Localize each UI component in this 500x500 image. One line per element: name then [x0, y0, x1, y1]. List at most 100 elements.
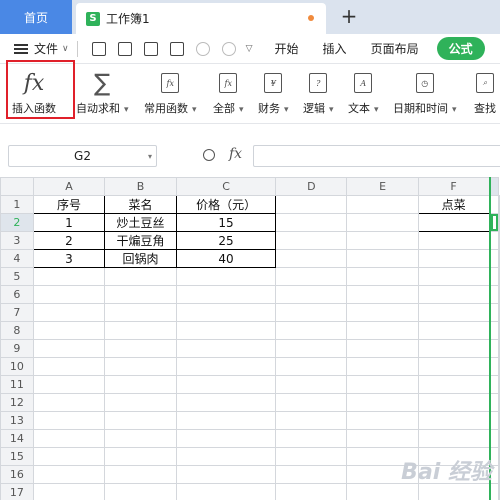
- row-header[interactable]: 3: [0, 231, 34, 250]
- print-icon[interactable]: [143, 41, 158, 56]
- cell-c14[interactable]: [175, 429, 277, 448]
- cell-g14[interactable]: [488, 429, 499, 448]
- cell-d6[interactable]: [275, 285, 348, 304]
- cell-d8[interactable]: [275, 321, 348, 340]
- cell-b5[interactable]: [104, 267, 177, 286]
- cell-e9[interactable]: [346, 339, 419, 358]
- tab-formulas[interactable]: 公式: [436, 37, 485, 60]
- cell-f14[interactable]: [417, 429, 491, 448]
- cell-b13[interactable]: [104, 411, 177, 430]
- cell-a9[interactable]: [32, 339, 106, 358]
- cell-a11[interactable]: [32, 375, 106, 394]
- column-header-f[interactable]: F: [417, 177, 491, 196]
- datetime-functions-button[interactable]: ◷ 日期和时间 ▾: [393, 68, 457, 120]
- cell-d5[interactable]: [275, 267, 348, 286]
- cell-f1[interactable]: 点菜: [417, 195, 491, 214]
- row-header[interactable]: 5: [0, 267, 34, 286]
- cell-d16[interactable]: [275, 465, 348, 484]
- row-header[interactable]: 4: [0, 249, 34, 268]
- cell-g11[interactable]: [488, 375, 499, 394]
- row-header[interactable]: 12: [0, 393, 34, 412]
- new-tab-button[interactable]: +: [338, 4, 360, 28]
- logic-functions-button[interactable]: ? 逻辑 ▾: [303, 68, 334, 120]
- cell-d11[interactable]: [275, 375, 348, 394]
- cell-a17[interactable]: [32, 483, 106, 500]
- cell-c3[interactable]: 25: [175, 231, 277, 250]
- cell-g7[interactable]: [488, 303, 499, 322]
- cell-b15[interactable]: [104, 447, 177, 466]
- cell-f8[interactable]: [417, 321, 491, 340]
- row-header[interactable]: 16: [0, 465, 34, 484]
- row-header[interactable]: 11: [0, 375, 34, 394]
- cell-f12[interactable]: [417, 393, 491, 412]
- cell-f5[interactable]: [417, 267, 491, 286]
- cell-d13[interactable]: [275, 411, 348, 430]
- column-header-e[interactable]: E: [346, 177, 419, 196]
- cell-c11[interactable]: [175, 375, 277, 394]
- row-header[interactable]: 8: [0, 321, 34, 340]
- common-functions-button[interactable]: fx 常用函数 ▾: [144, 68, 197, 120]
- cell-e5[interactable]: [346, 267, 419, 286]
- cell-c2[interactable]: 15: [175, 213, 277, 232]
- cell-e1[interactable]: [346, 195, 419, 214]
- name-box[interactable]: G2 ▾: [8, 145, 157, 167]
- cell-e7[interactable]: [346, 303, 419, 322]
- cell-g2[interactable]: [488, 213, 499, 232]
- cell-b7[interactable]: [104, 303, 177, 322]
- redo-icon[interactable]: [221, 41, 236, 56]
- row-header[interactable]: 7: [0, 303, 34, 322]
- row-header[interactable]: 10: [0, 357, 34, 376]
- cell-e13[interactable]: [346, 411, 419, 430]
- cell-d1[interactable]: [275, 195, 348, 214]
- cell-f9[interactable]: [417, 339, 491, 358]
- cell-e10[interactable]: [346, 357, 419, 376]
- row-header[interactable]: 17: [0, 483, 34, 500]
- cell-e12[interactable]: [346, 393, 419, 412]
- cell-b3[interactable]: 干煸豆角: [104, 231, 177, 250]
- tab-page-layout[interactable]: 页面布局: [371, 40, 419, 57]
- tab-workbook[interactable]: S 工作簿1: [76, 3, 326, 34]
- cell-e6[interactable]: [346, 285, 419, 304]
- cell-d12[interactable]: [275, 393, 348, 412]
- cell-c13[interactable]: [175, 411, 277, 430]
- print-preview-icon[interactable]: [169, 41, 184, 56]
- column-header-b[interactable]: B: [104, 177, 177, 196]
- cell-a4[interactable]: 3: [32, 249, 106, 268]
- text-functions-button[interactable]: A 文本 ▾: [348, 68, 379, 120]
- cell-g13[interactable]: [488, 411, 499, 430]
- cell-a16[interactable]: [32, 465, 106, 484]
- cell-b2[interactable]: 炒土豆丝: [104, 213, 177, 232]
- cell-f4[interactable]: [417, 249, 491, 268]
- cell-d17[interactable]: [275, 483, 348, 500]
- cell-d9[interactable]: [275, 339, 348, 358]
- cell-a7[interactable]: [32, 303, 106, 322]
- cell-c9[interactable]: [175, 339, 277, 358]
- tab-start[interactable]: 开始: [275, 40, 299, 57]
- cell-e3[interactable]: [346, 231, 419, 250]
- row-header[interactable]: 9: [0, 339, 34, 358]
- tab-insert[interactable]: 插入: [323, 40, 347, 57]
- cell-b4[interactable]: 回锅肉: [104, 249, 177, 268]
- undo-icon[interactable]: [195, 41, 210, 56]
- cell-a1[interactable]: 序号: [32, 195, 106, 214]
- cell-a6[interactable]: [32, 285, 106, 304]
- cell-a10[interactable]: [32, 357, 106, 376]
- cell-e14[interactable]: [346, 429, 419, 448]
- cell-f13[interactable]: [417, 411, 491, 430]
- cell-d7[interactable]: [275, 303, 348, 322]
- cell-b16[interactable]: [104, 465, 177, 484]
- cell-c10[interactable]: [175, 357, 277, 376]
- cell-c8[interactable]: [175, 321, 277, 340]
- finance-functions-button[interactable]: ¥ 财务 ▾: [258, 68, 289, 120]
- cell-c6[interactable]: [175, 285, 277, 304]
- cell-b11[interactable]: [104, 375, 177, 394]
- cell-g8[interactable]: [488, 321, 499, 340]
- cell-e8[interactable]: [346, 321, 419, 340]
- cell-d10[interactable]: [275, 357, 348, 376]
- cell-a8[interactable]: [32, 321, 106, 340]
- cell-f3[interactable]: [417, 231, 491, 250]
- column-header-a[interactable]: A: [32, 177, 106, 196]
- cell-g12[interactable]: [488, 393, 499, 412]
- column-header-c[interactable]: C: [175, 177, 277, 196]
- row-header[interactable]: 2: [0, 213, 34, 232]
